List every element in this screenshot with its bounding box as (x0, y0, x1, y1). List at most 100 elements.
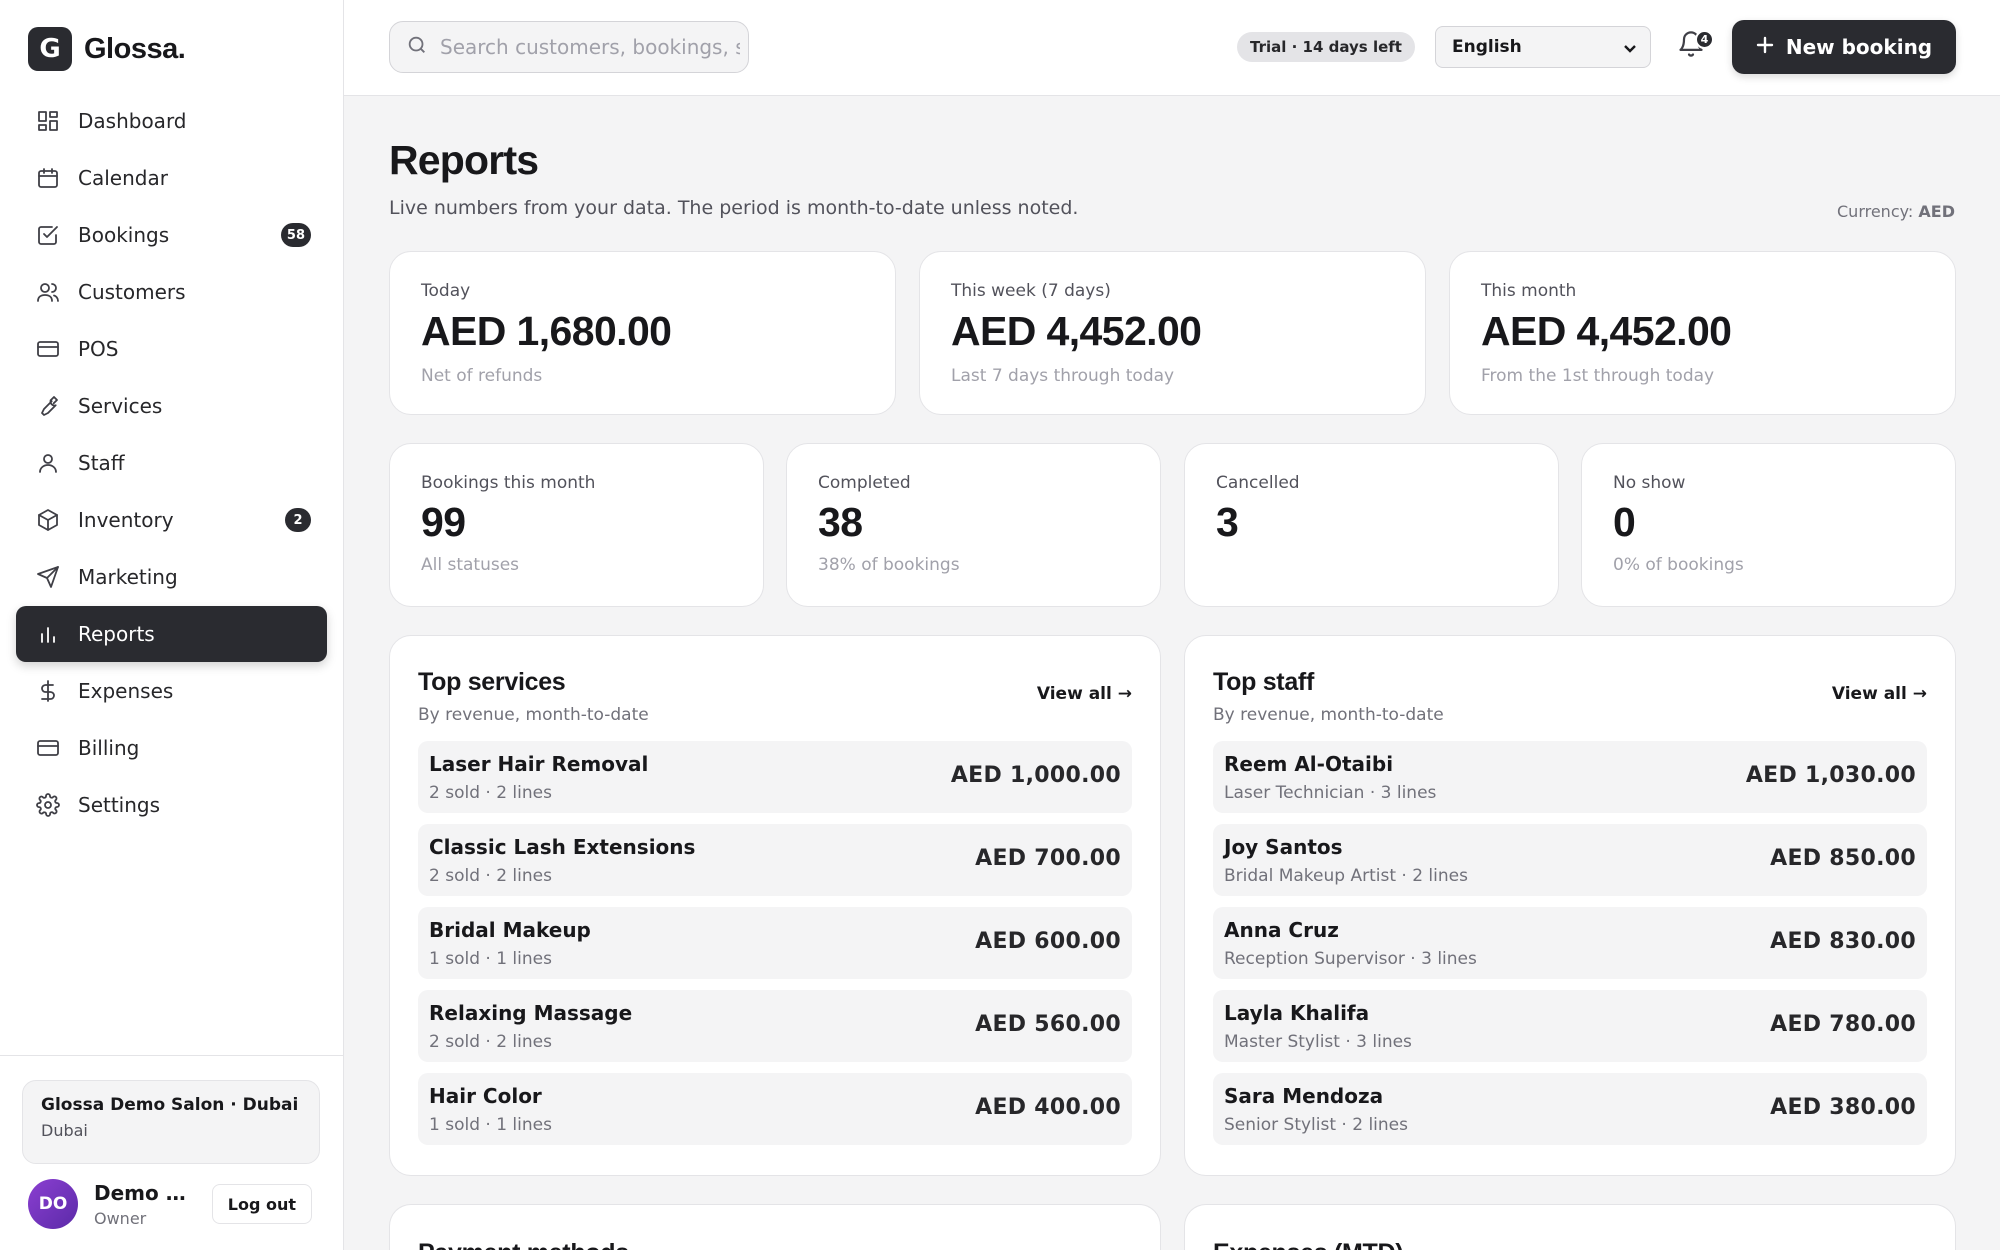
sidebar-item-label: Billing (78, 736, 140, 760)
stat-note: 0% of bookings (1613, 555, 1744, 575)
sidebar-item-billing[interactable]: Billing (16, 720, 327, 776)
new-booking-button[interactable]: New booking (1732, 20, 1956, 74)
sidebar-item-dashboard[interactable]: Dashboard (16, 93, 327, 149)
service-name: Bridal Makeup (429, 918, 591, 942)
staff-meta: Bridal Makeup Artist · 2 lines (1224, 866, 1468, 886)
service-meta: 2 sold · 2 lines (429, 866, 552, 886)
sidebar-item-services[interactable]: Services (16, 378, 327, 434)
stat-label: Bookings this month (421, 473, 596, 493)
sidebar-nav: Dashboard Calendar Bookings 58 Customers… (16, 93, 327, 834)
bookings-card-completed: Completed 38 38% of bookings (786, 443, 1161, 607)
language-value: English (1452, 37, 1522, 57)
staff-name: Layla Khalifa (1224, 1001, 1370, 1025)
service-amount: AED 560.00 (975, 1012, 1121, 1037)
sidebar-item-calendar[interactable]: Calendar (16, 150, 327, 206)
list-item[interactable]: Reem Al-Otaibi Laser Technician · 3 line… (1213, 741, 1927, 813)
sidebar-item-label: Inventory (78, 508, 174, 532)
notifications-button[interactable]: 4 (1677, 30, 1714, 64)
sidebar-item-inventory[interactable]: Inventory 2 (16, 492, 327, 548)
bookings-icon (36, 223, 60, 247)
salon-name: Glossa Demo Salon · Dubai (41, 1095, 299, 1115)
settings-icon (36, 793, 60, 817)
staff-name: Anna Cruz (1224, 918, 1339, 942)
sidebar-item-label: Marketing (78, 565, 178, 589)
revenue-card-month: This month AED 4,452.00 From the 1st thr… (1449, 251, 1956, 415)
sidebar-item-settings[interactable]: Settings (16, 777, 327, 833)
search-box[interactable] (389, 21, 749, 73)
list-item[interactable]: Joy Santos Bridal Makeup Artist · 2 line… (1213, 824, 1927, 896)
panel-subtitle: By revenue, month-to-date (1213, 705, 1444, 725)
brand-logo: G (28, 27, 72, 71)
bookings-card-cancelled: Cancelled 3 (1184, 443, 1559, 607)
logout-button[interactable]: Log out (211, 1184, 312, 1224)
language-select[interactable]: English (1435, 26, 1651, 68)
expenses-panel: Expenses (MTD) (1184, 1204, 1956, 1250)
user-name: Demo Owner (94, 1180, 190, 1205)
page-subtitle: Live numbers from your data. The period … (389, 197, 1079, 219)
services-icon (36, 394, 60, 418)
stat-value: AED 1,680.00 (421, 308, 672, 354)
user-info: Demo Owner Owner (94, 1181, 190, 1228)
bookings-card-total: Bookings this month 99 All statuses (389, 443, 764, 607)
user-role: Owner (94, 1208, 147, 1228)
list-item[interactable]: Anna Cruz Reception Supervisor · 3 lines… (1213, 907, 1927, 979)
sidebar-item-reports[interactable]: Reports (16, 606, 327, 662)
sidebar-item-expenses[interactable]: Expenses (16, 663, 327, 719)
sidebar-item-label: Customers (78, 280, 186, 304)
service-amount: AED 400.00 (975, 1095, 1121, 1120)
list-item[interactable]: Classic Lash Extensions 2 sold · 2 lines… (418, 824, 1132, 896)
list-item[interactable]: Layla Khalifa Master Stylist · 3 lines A… (1213, 990, 1927, 1062)
service-amount: AED 700.00 (975, 846, 1121, 871)
revenue-card-week: This week (7 days) AED 4,452.00 Last 7 d… (919, 251, 1426, 415)
new-booking-label: New booking (1785, 35, 1933, 59)
stat-note: All statuses (421, 555, 520, 575)
stat-value: 0 (1613, 499, 1636, 545)
revenue-card-today: Today AED 1,680.00 Net of refunds (389, 251, 896, 415)
service-name: Relaxing Massage (429, 1001, 633, 1025)
sidebar-item-label: Expenses (78, 679, 174, 703)
brand[interactable]: G Glossa. (28, 27, 186, 71)
staff-meta: Reception Supervisor · 3 lines (1224, 949, 1477, 969)
expenses-icon (36, 679, 60, 703)
service-meta: 1 sold · 1 lines (429, 949, 552, 969)
top-staff-panel: Top staff By revenue, month-to-date View… (1184, 635, 1956, 1176)
stat-label: No show (1613, 473, 1686, 493)
billing-icon (36, 736, 60, 760)
list-item[interactable]: Hair Color 1 sold · 1 lines AED 400.00 (418, 1073, 1132, 1145)
stat-label: This week (7 days) (951, 281, 1111, 301)
stat-value: 99 (421, 499, 466, 545)
salon-switcher[interactable]: Glossa Demo Salon · Dubai Dubai (22, 1080, 320, 1164)
staff-meta: Senior Stylist · 2 lines (1224, 1115, 1408, 1135)
view-all-staff-link[interactable]: View all → (1832, 684, 1927, 704)
list-item[interactable]: Laser Hair Removal 2 sold · 2 lines AED … (418, 741, 1132, 813)
panel-title: Top services (418, 668, 566, 696)
list-item[interactable]: Relaxing Massage 2 sold · 2 lines AED 56… (418, 990, 1132, 1062)
sidebar-item-staff[interactable]: Staff (16, 435, 327, 491)
top-services-panel: Top services By revenue, month-to-date V… (389, 635, 1161, 1176)
customers-icon (36, 280, 60, 304)
stat-label: This month (1481, 281, 1577, 301)
pos-icon (36, 337, 60, 361)
staff-amount: AED 850.00 (1770, 846, 1916, 871)
panel-subtitle: By revenue, month-to-date (418, 705, 649, 725)
panel-title: Payment methods (418, 1239, 629, 1250)
sidebar-item-label: Settings (78, 793, 161, 817)
list-item[interactable]: Sara Mendoza Senior Stylist · 2 lines AE… (1213, 1073, 1927, 1145)
trial-badge: Trial · 14 days left (1237, 32, 1415, 62)
avatar[interactable]: DO (28, 1179, 78, 1229)
sidebar-item-bookings[interactable]: Bookings 58 (16, 207, 327, 263)
sidebar-item-label: Reports (78, 622, 155, 646)
services-list: Laser Hair Removal 2 sold · 2 lines AED … (418, 741, 1132, 1156)
sidebar-item-customers[interactable]: Customers (16, 264, 327, 320)
sidebar-item-label: Bookings (78, 223, 170, 247)
staff-amount: AED 830.00 (1770, 929, 1916, 954)
list-item[interactable]: Bridal Makeup 1 sold · 1 lines AED 600.0… (418, 907, 1132, 979)
service-amount: AED 600.00 (975, 929, 1121, 954)
plus-icon (1756, 35, 1774, 59)
sidebar-item-marketing[interactable]: Marketing (16, 549, 327, 605)
search-input[interactable] (440, 35, 740, 59)
sidebar-item-pos[interactable]: POS (16, 321, 327, 377)
sidebar-item-label: POS (78, 337, 119, 361)
marketing-icon (36, 565, 60, 589)
view-all-services-link[interactable]: View all → (1037, 684, 1132, 704)
